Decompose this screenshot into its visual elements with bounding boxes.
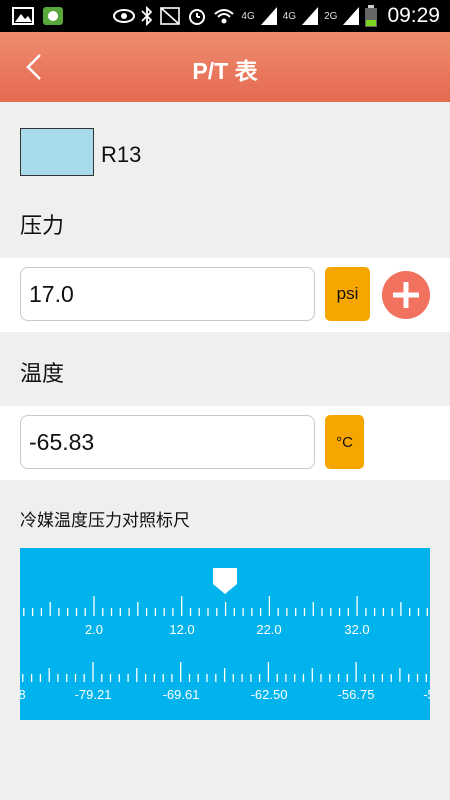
add-icon[interactable] [382,271,430,319]
temperature-tick-label: -79.21 [75,687,112,702]
network-2g-label: 2G [324,10,338,22]
temperature-tick-label: -5 [423,687,430,702]
network-4g-label: 4G [282,10,297,22]
pressure-tick-label: 32.0 [344,622,369,637]
app-header: P/T 表 [0,32,450,102]
refrigerant-color-swatch[interactable] [20,128,94,176]
temperature-tick-label: -56.75 [338,687,375,702]
signal-icon [260,7,277,25]
pressure-tick-label: 22.0 [256,622,281,637]
pressure-label: 压力 [20,213,65,238]
pressure-input[interactable]: 17.0 [20,267,315,321]
temperature-unit-button[interactable]: °C [325,415,364,469]
temperature-input[interactable]: -65.83 [20,415,315,469]
eye-icon [113,9,136,23]
bluetooth-icon [141,6,153,26]
refrigerant-name[interactable]: R13 [101,142,141,168]
battery-icon [365,5,378,27]
nfc-icon [160,7,181,25]
wifi-icon [214,9,235,24]
network-4g-label: 4G [241,10,255,22]
signal-icon [343,7,360,25]
pressure-tick-label: 12.0 [169,622,194,637]
image-icon [12,7,34,25]
pt-ruler[interactable]: 2.0 12.0 22.0 32.0 8 -79.21 -69.61 -62.5… [20,548,430,720]
page-title: P/T 表 [192,58,258,84]
scale-title: 冷媒温度压力对照标尺 [20,511,190,530]
temperature-tick-label: 8 [20,687,26,702]
temperature-tick-label: -69.61 [163,687,200,702]
temperature-tick-label: -62.50 [251,687,288,702]
signal-icon [302,7,319,25]
pressure-unit-button[interactable]: psi [325,267,370,321]
alarm-icon [189,9,206,25]
pressure-ticks [23,596,428,616]
app-icon [43,7,63,25]
status-bar: 4G 4G 2G 09:29 [0,0,450,32]
ruler-indicator-icon[interactable] [213,568,237,594]
pressure-tick-label: 2.0 [85,622,103,637]
temperature-label: 温度 [20,361,65,386]
temperature-ticks [22,662,427,682]
ruler-canvas[interactable]: 2.0 12.0 22.0 32.0 8 -79.21 -69.61 -62.5… [20,548,430,720]
clock: 09:29 [387,4,440,27]
